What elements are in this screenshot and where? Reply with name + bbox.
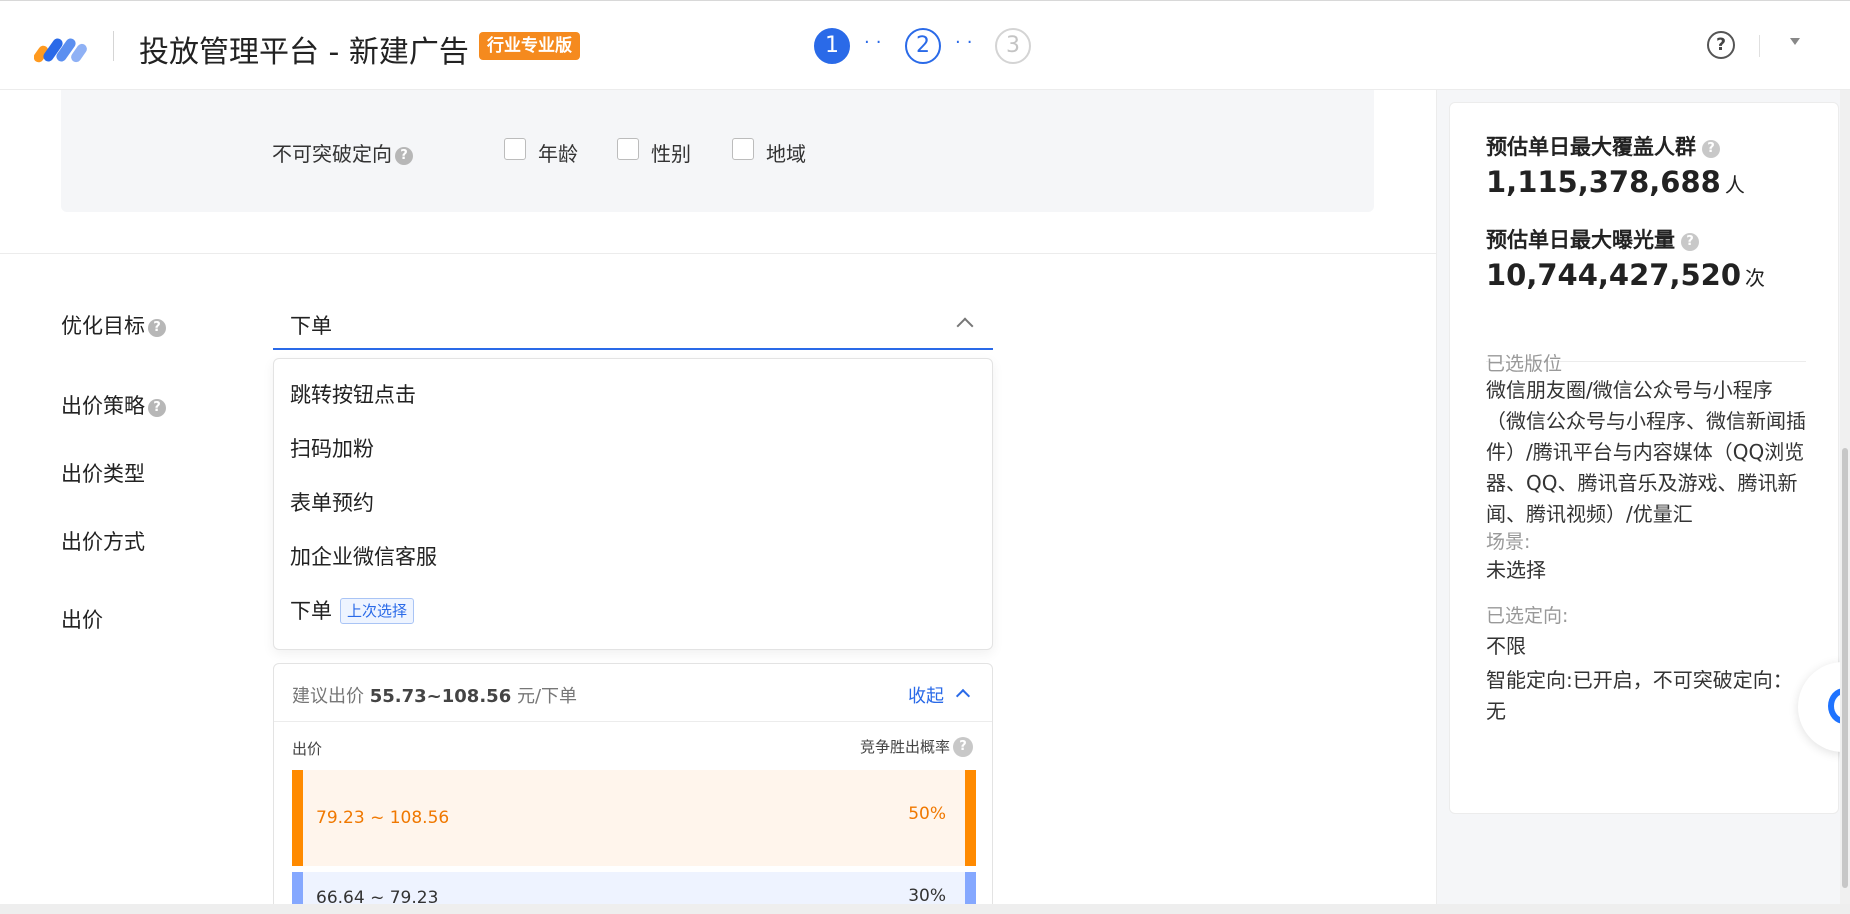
logo-icon — [34, 38, 87, 63]
optimize-goal-dropdown: 跳转按钮点击 扫码加粉 表单预约 加企业微信客服 下单 上次选择 — [273, 358, 993, 650]
smart-targeting-value: 智能定向:已开启，不可突破定向：无 — [1486, 668, 1793, 723]
dropdown-item[interactable]: 跳转按钮点击 — [290, 379, 416, 409]
step-2[interactable]: 2 — [905, 28, 941, 64]
dropdown-item[interactable]: 加企业微信客服 — [290, 541, 437, 571]
coverage-title: 预估单日最大覆盖人群? — [1486, 131, 1720, 161]
bid-strategy-label: 出价策略? — [61, 390, 166, 420]
edition-badge: 行业专业版 — [479, 32, 580, 60]
dropdown-item-label: 下单 — [290, 599, 332, 623]
app-root: 投放管理平台 - 新建广告 行业专业版 1 ·· 2 ·· 3 ? 不可突破定向… — [0, 0, 1850, 914]
help-icon[interactable]: ? — [1702, 140, 1720, 158]
placement-value: 微信朋友圈/微信公众号与小程序（微信公众号与小程序、微信新闻插件）/腾讯平台与内… — [1486, 378, 1806, 526]
coverage-unit: 人 — [1724, 173, 1745, 197]
no-break-targeting-text: 不可突破定向 — [272, 142, 392, 166]
dropdown-item[interactable]: 表单预约 — [290, 487, 374, 517]
suggested-bid-label: 建议出价 55.73~108.56 元/下单 — [292, 682, 577, 708]
coverage-title-text: 预估单日最大覆盖人群 — [1486, 135, 1696, 159]
checkbox-region-label[interactable]: 地域 — [766, 138, 806, 167]
bid-type-label: 出价类型 — [61, 462, 145, 486]
exposure-value: 10,744,427,520 次 — [1486, 258, 1765, 292]
scrollbar-thumb[interactable] — [1842, 448, 1848, 888]
step-1[interactable]: 1 — [814, 28, 850, 64]
exposure-unit: 次 — [1745, 266, 1766, 290]
exposure-number: 10,744,427,520 — [1486, 258, 1742, 292]
page-title: 投放管理平台 - 新建广告 — [139, 35, 469, 70]
band-bar-left — [292, 770, 303, 866]
suggested-bid-range: 55.73~108.56 — [369, 686, 512, 707]
help-icon[interactable]: ? — [148, 319, 166, 337]
step-3[interactable]: 3 — [995, 28, 1031, 64]
dropdown-item[interactable]: 扫码加粉 — [290, 433, 374, 463]
coverage-value: 1,115,378,688 人 — [1486, 165, 1745, 199]
no-break-targeting-label: 不可突破定向? — [272, 138, 413, 167]
exposure-title: 预估单日最大曝光量? — [1486, 224, 1699, 254]
targeting-key: 已选定向: — [1486, 605, 1569, 627]
header-separator — [1759, 35, 1760, 57]
scene-key: 场景: — [1486, 531, 1531, 553]
estimate-card: 预估单日最大覆盖人群? 1,115,378,688 人 预估单日最大曝光量? 10… — [1449, 102, 1839, 814]
band-percent: 30% — [908, 886, 946, 906]
top-header: 投放管理平台 - 新建广告 行业专业版 1 ·· 2 ·· 3 ? — [0, 0, 1850, 90]
section-divider — [0, 253, 1436, 254]
bid-method-label: 出价方式 — [61, 530, 145, 554]
step-connector: ·· — [955, 32, 979, 53]
checkbox-age[interactable] — [504, 138, 526, 160]
placement-key: 已选版位 — [1486, 353, 1563, 375]
coverage-number: 1,115,378,688 — [1486, 165, 1721, 199]
help-icon[interactable]: ? — [953, 737, 974, 757]
last-choice-badge: 上次选择 — [340, 598, 415, 624]
help-icon[interactable]: ? — [1681, 233, 1699, 251]
targeting-value: 不限 — [1486, 634, 1526, 658]
optimize-goal-text: 优化目标 — [61, 314, 145, 338]
band-percent: 50% — [908, 804, 946, 824]
dropdown-item-selected[interactable]: 下单 上次选择 — [290, 595, 415, 625]
horizontal-scrollbar[interactable] — [0, 904, 1850, 914]
optimize-goal-label: 优化目标? — [61, 310, 166, 340]
column-header-probability-text: 竞争胜出概率 — [860, 738, 951, 756]
scene-value: 未选择 — [1486, 558, 1546, 582]
bid-strategy-text: 出价策略 — [61, 394, 145, 418]
vertical-scrollbar[interactable] — [1840, 90, 1850, 914]
targeting-panel: 不可突破定向? 年龄 性别 地域 — [61, 90, 1374, 212]
suggested-bid-unit: 元/下单 — [516, 686, 578, 707]
band-range: 79.23 ~ 108.56 — [316, 808, 450, 828]
band-bar-right — [965, 770, 976, 866]
suggested-bid-title: 建议出价 — [292, 686, 364, 707]
step-connector: ·· — [864, 32, 888, 53]
bid-band-high: 79.23 ~ 108.56 50% — [292, 770, 976, 866]
column-header-price: 出价 — [292, 740, 323, 758]
estimate-sidebar: 预估单日最大覆盖人群? 1,115,378,688 人 预估单日最大曝光量? 10… — [1437, 90, 1850, 914]
help-icon[interactable]: ? — [395, 147, 413, 165]
bid-label: 出价 — [61, 608, 103, 632]
checkbox-age-label[interactable]: 年龄 — [538, 138, 578, 167]
suggested-bid-header: 建议出价 55.73~108.56 元/下单 收起 — [274, 664, 992, 722]
chevron-up-icon[interactable] — [956, 317, 974, 335]
checkbox-gender[interactable] — [617, 138, 639, 160]
checkbox-region[interactable] — [732, 138, 754, 160]
account-dropdown-icon[interactable] — [1790, 38, 1800, 45]
suggested-bid-panel: 建议出价 55.73~108.56 元/下单 收起 出价 竞争胜出概率? 79.… — [273, 663, 993, 914]
help-icon[interactable]: ? — [1707, 31, 1735, 59]
select-value: 下单 — [290, 314, 332, 338]
main-form: 不可突破定向? 年龄 性别 地域 优化目标? 出价策略? 出价类型 出价方式 出… — [0, 90, 1436, 914]
header-separator — [113, 31, 114, 61]
collapse-button[interactable]: 收起 — [908, 682, 944, 708]
checkbox-gender-label[interactable]: 性别 — [651, 138, 691, 167]
optimize-goal-select[interactable]: 下单 — [273, 298, 993, 350]
column-header-probability: 竞争胜出概率? — [860, 736, 974, 757]
exposure-title-text: 预估单日最大曝光量 — [1486, 228, 1675, 252]
help-icon[interactable]: ? — [148, 399, 166, 417]
chevron-up-icon[interactable] — [955, 688, 971, 704]
